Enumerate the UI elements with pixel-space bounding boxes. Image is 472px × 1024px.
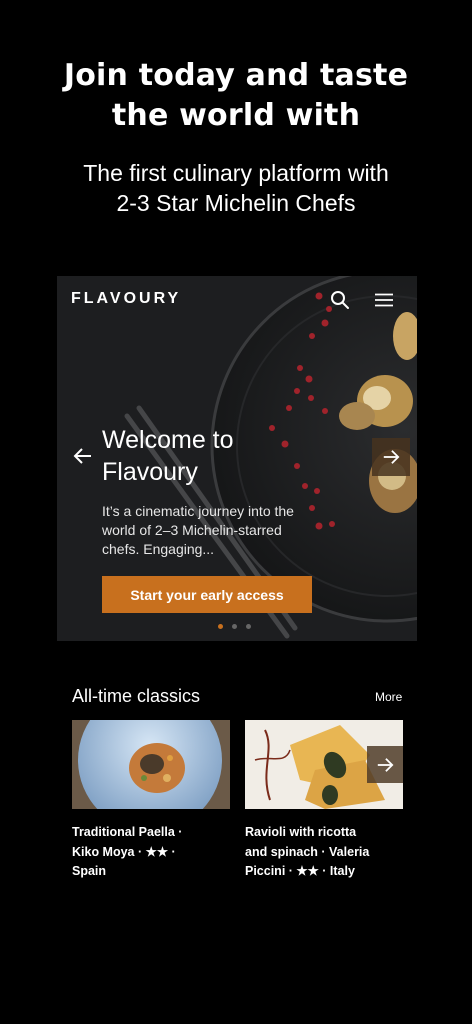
subhead-line-2: 2-3 Star Michelin Chefs (116, 190, 356, 216)
headline-line-2: the world with (111, 98, 361, 133)
search-icon[interactable] (330, 290, 350, 310)
subheadline: The first culinary platform with 2-3 Sta… (0, 158, 472, 218)
next-slide-button[interactable] (372, 438, 410, 476)
carousel-pagination (218, 624, 251, 630)
arrow-right-icon (383, 450, 400, 464)
dish-image-paella (72, 720, 230, 809)
subhead-line-1: The first culinary platform with (83, 160, 389, 186)
hero-description: It’s a cinematic journey into the world … (102, 503, 294, 557)
menu-icon[interactable] (375, 293, 393, 307)
arrow-left-icon[interactable] (73, 446, 93, 466)
hero-title: Welcome to Flavoury (102, 424, 292, 488)
more-link[interactable]: More (375, 690, 402, 704)
card-next-button[interactable] (367, 746, 403, 783)
caption-line-2: and spinach · Valeria (245, 844, 370, 859)
caption-line-1: Ravioli with ricotta (245, 825, 357, 839)
hero-carousel: FLAVOURY Welcome to Flavoury It’s a cine… (57, 276, 417, 641)
brand-logo: FLAVOURY (71, 290, 182, 307)
headline-line-1: Join today and taste (63, 58, 409, 93)
section-title: All-time classics (72, 686, 201, 706)
hero-headline: Join today and taste the world with (0, 56, 472, 136)
caption-line-1: Traditional Paella · (72, 825, 183, 839)
hero-title-line-2: Flavoury (102, 458, 198, 486)
caption-line-3: Spain (72, 864, 107, 878)
dish-image-ravioli-wrapper (245, 720, 403, 809)
caption-line-3: Piccini · ★★ · Italy (245, 864, 355, 878)
caption-line-2: Kiko Moya · ★★ · (72, 844, 176, 859)
carousel-dot-3[interactable] (246, 624, 251, 629)
dish-card-paella[interactable]: Traditional Paella · Kiko Moya · ★★ · Sp… (72, 720, 230, 882)
carousel-dot-2[interactable] (232, 624, 237, 629)
start-early-access-button[interactable]: Start your early access (102, 576, 312, 613)
dish-caption: Traditional Paella · Kiko Moya · ★★ · Sp… (72, 823, 230, 882)
hero-title-line-1: Welcome to (102, 426, 234, 454)
dish-card-ravioli[interactable]: Ravioli with ricotta and spinach · Valer… (245, 720, 403, 882)
dish-caption: Ravioli with ricotta and spinach · Valer… (245, 823, 403, 882)
carousel-dot-1[interactable] (218, 624, 223, 629)
arrow-right-icon (377, 757, 394, 772)
